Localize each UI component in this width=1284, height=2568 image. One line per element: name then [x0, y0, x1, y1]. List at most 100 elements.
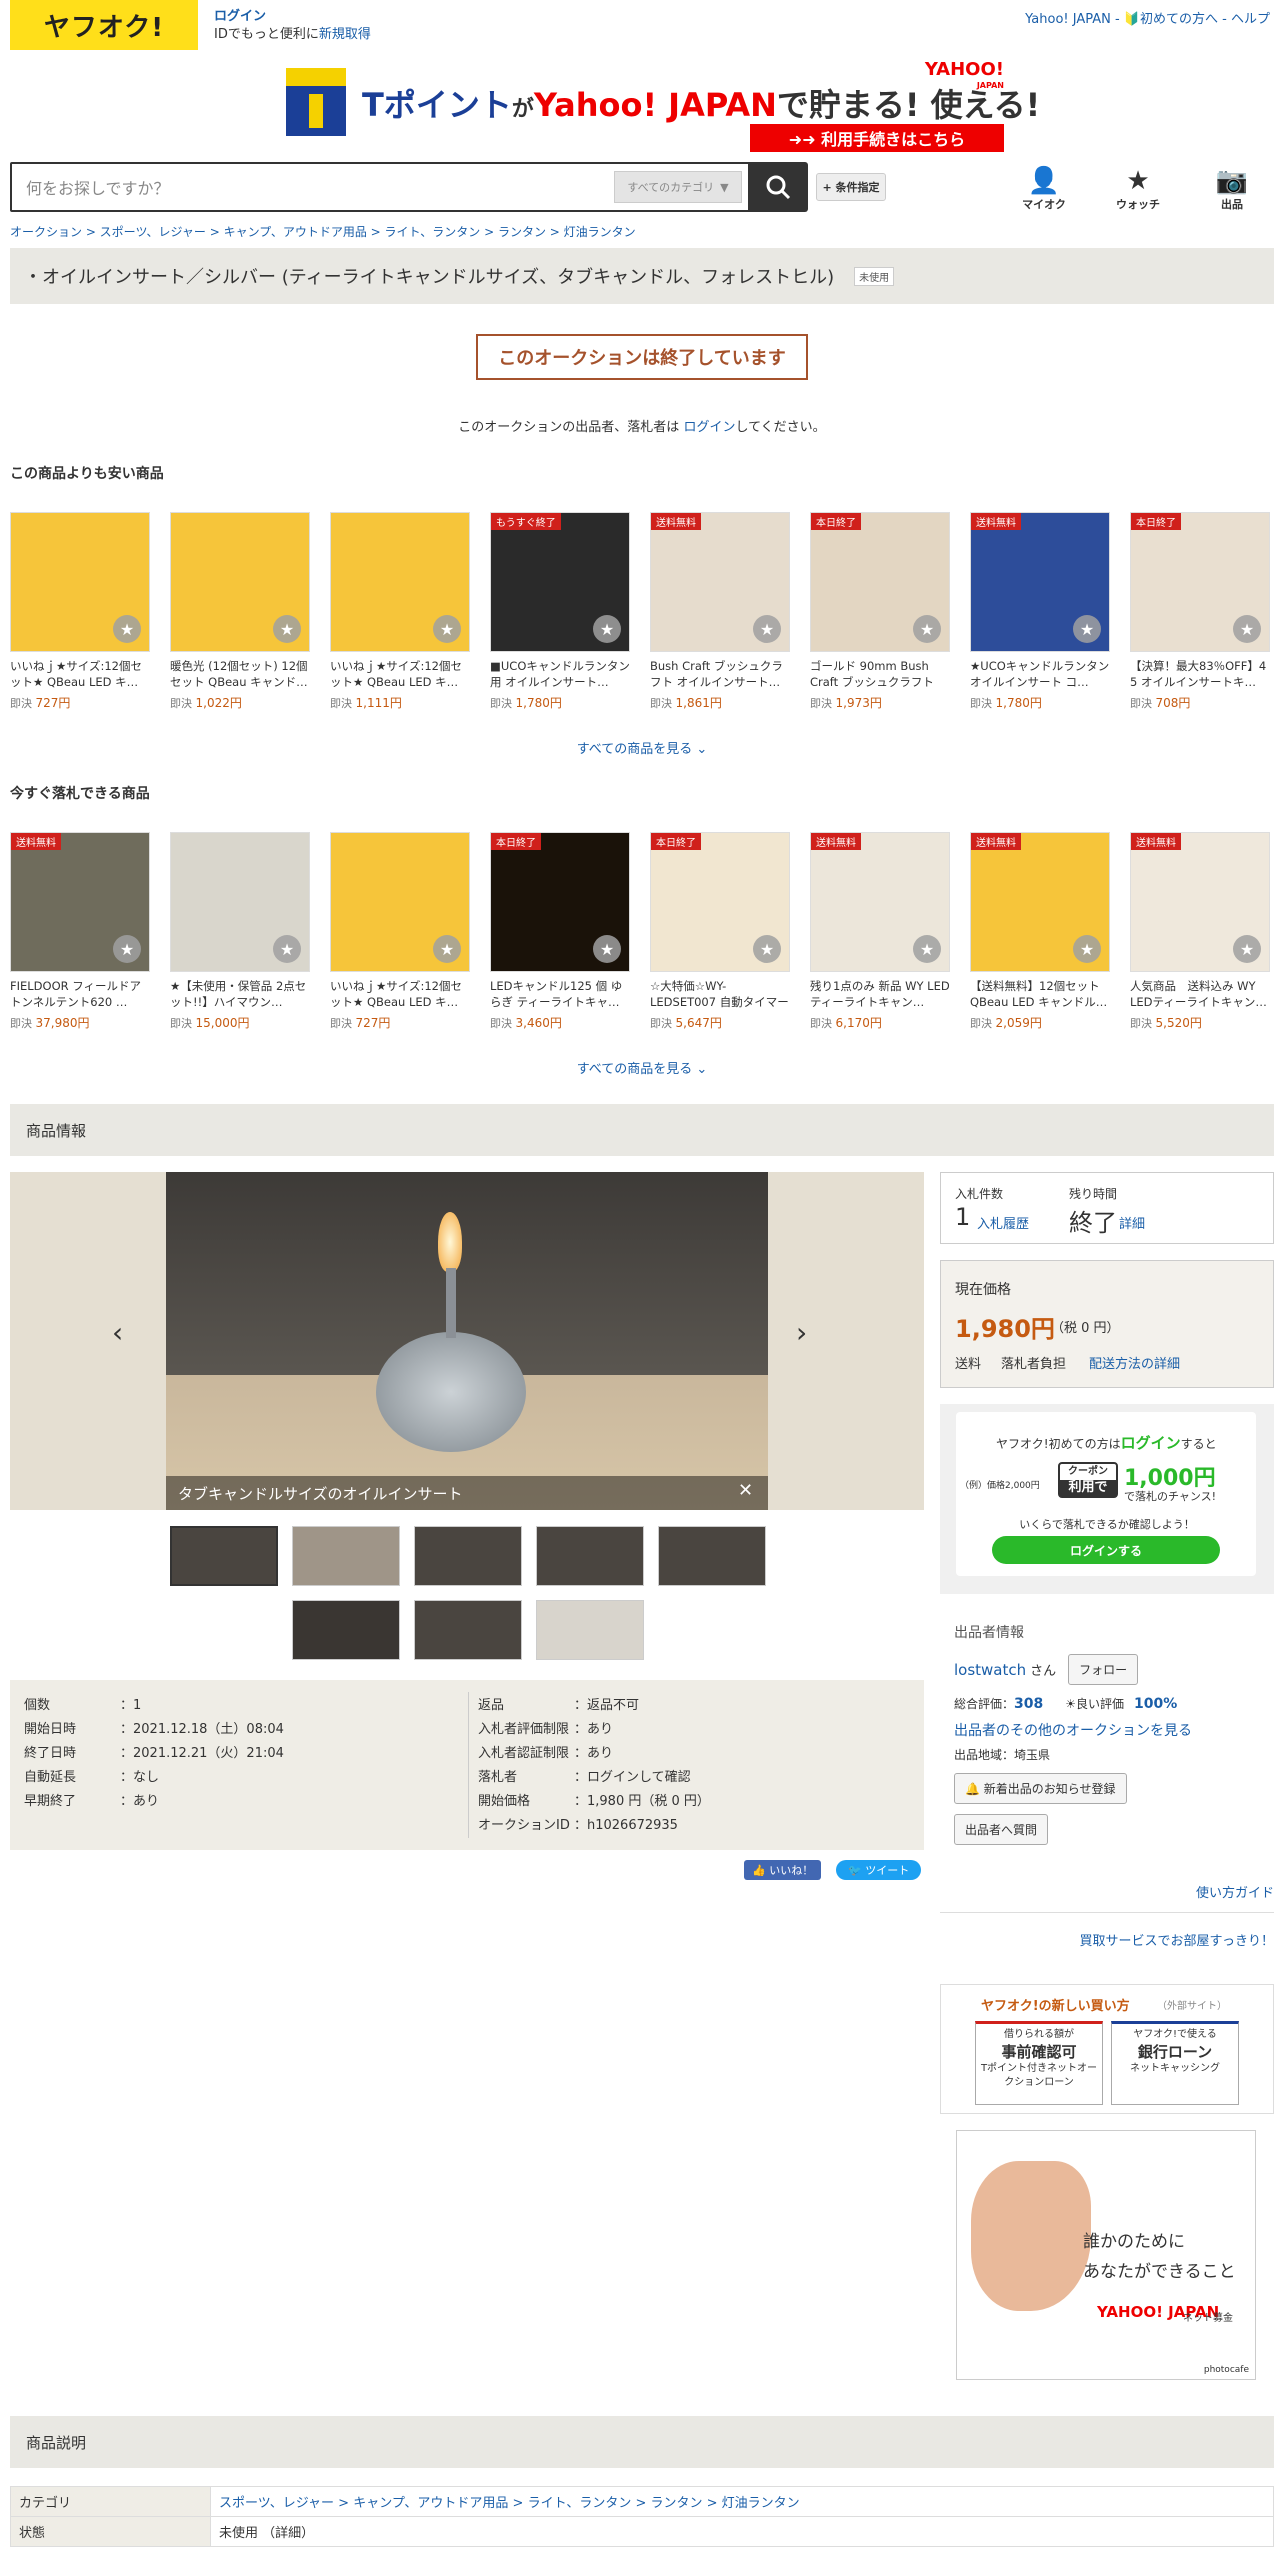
search-input[interactable]: 何をお探しですか？ すべてのカテゴリ ▼: [10, 162, 750, 212]
watch-star-icon[interactable]: ★: [913, 935, 941, 963]
product-card[interactable]: 本日終了 ★ LEDキャンドル125 個 ゆらぎ ティーライトキャ… 即決 3,…: [490, 832, 630, 1031]
thumbnail[interactable]: [414, 1600, 522, 1660]
tpoint-banner[interactable]: TポイントがYahoo! JAPANで貯まる! 使える! YAHOO! JAPAN…: [286, 61, 1040, 158]
product-title[interactable]: いいねｊ★サイズ:12個セット★ QBeau LED キ…: [330, 658, 470, 690]
product-image[interactable]: 送料無料 ★: [810, 832, 950, 972]
product-title[interactable]: いいねｊ★サイズ:12個セット★ QBeau LED キ…: [10, 658, 150, 690]
sell-button[interactable]: 📷 出品: [1200, 166, 1264, 212]
note-login-link[interactable]: ログイン: [683, 420, 735, 435]
product-title[interactable]: Bush Craft ブッシュクラフト オイルインサート…: [650, 658, 790, 690]
login-link[interactable]: ログイン: [214, 9, 266, 24]
product-card[interactable]: 送料無料 ★ Bush Craft ブッシュクラフト オイルインサート… 即決 …: [650, 512, 790, 711]
desc-value[interactable]: スポーツ、レジャー > キャンプ、アウトドア用品 > ライト、ランタン > ラン…: [210, 2486, 1274, 2517]
bid-history-link[interactable]: 入札履歴: [977, 1213, 1029, 1232]
product-image[interactable]: 本日終了 ★: [1130, 512, 1270, 652]
product-title[interactable]: LEDキャンドル125 個 ゆらぎ ティーライトキャ…: [490, 978, 630, 1010]
product-card[interactable]: 本日終了 ★ ゴールド 90mm Bush Craft ブッシュクラフト オ… …: [810, 512, 950, 711]
product-title[interactable]: 暖色光 (12個セット) 12個セット QBeau キャンド…: [170, 658, 310, 690]
category-select[interactable]: すべてのカテゴリ ▼: [614, 171, 742, 203]
product-image[interactable]: 本日終了 ★: [490, 832, 630, 972]
ship-detail-link[interactable]: 配送方法の詳細: [1089, 1353, 1180, 1372]
product-title[interactable]: ★UCOキャンドルランタン オイルインサート コ…: [970, 658, 1110, 690]
thumbnail[interactable]: [170, 1526, 278, 1586]
product-image[interactable]: 本日終了 ★: [650, 832, 790, 972]
thumbnail[interactable]: [414, 1526, 522, 1586]
product-image[interactable]: 送料無料 ★: [970, 832, 1110, 972]
product-card[interactable]: 本日終了 ★ 【決算！最大83％OFF】4 5 オイルインサートキ… 即決 70…: [1130, 512, 1270, 711]
product-image[interactable]: ★: [170, 832, 310, 972]
watch-star-icon[interactable]: ★: [1073, 615, 1101, 643]
product-title[interactable]: ■UCOキャンドルランタン用 オイルインサート…: [490, 658, 630, 690]
next-arrow-icon[interactable]: ›: [796, 1316, 807, 1349]
product-card[interactable]: 本日終了 ★ ☆大特価☆WY-LEDSET007 自動タイマー (ウォ… 即決 …: [650, 832, 790, 1031]
watch-button[interactable]: ★ ウォッチ: [1106, 166, 1170, 212]
product-title[interactable]: ★【未使用・保管品 2点セット!!】ハイマウン…: [170, 978, 310, 1010]
product-card[interactable]: ★ いいねｊ★サイズ:12個セット★ QBeau LED キ… 即決 1,111…: [330, 512, 470, 711]
product-card[interactable]: ★ ★【未使用・保管品 2点セット!!】ハイマウン… 即決 15,000円: [170, 832, 310, 1031]
product-title[interactable]: 人気商品 送料込み WY LEDティーライトキャン…: [1130, 978, 1270, 1010]
product-title[interactable]: ゴールド 90mm Bush Craft ブッシュクラフト オ…: [810, 658, 950, 690]
thumbnail[interactable]: [292, 1526, 400, 1586]
product-card[interactable]: ★ いいねｊ★サイズ:12個セット★ QBeau LED キ… 即決 727円: [10, 512, 150, 711]
myauction-button[interactable]: 👤 マイオク: [1012, 166, 1076, 212]
product-card[interactable]: ★ いいねｊ★サイズ:12個セット★ QBeau LED キ… 即決 727円: [330, 832, 470, 1031]
club-link[interactable]: 買取サービスでお部屋すっきり！: [1080, 1930, 1274, 1949]
product-title[interactable]: 残り1点のみ 新品 WY LEDティーライトキャン…: [810, 978, 950, 1010]
watch-star-icon[interactable]: ★: [593, 615, 621, 643]
product-image[interactable]: もうすぐ終了 ★: [490, 512, 630, 652]
thumbnail[interactable]: [536, 1526, 644, 1586]
bank-card[interactable]: ヤフオク!で使える 銀行ローン ネットキャッシング: [1111, 2021, 1239, 2105]
product-card[interactable]: 送料無料 ★ 残り1点のみ 新品 WY LEDティーライトキャン… 即決 6,1…: [810, 832, 950, 1031]
rate-value[interactable]: 308: [1014, 1696, 1043, 1712]
watch-star-icon[interactable]: ★: [273, 615, 301, 643]
prev-arrow-icon[interactable]: ‹: [112, 1316, 123, 1349]
thumbnail[interactable]: [536, 1600, 644, 1660]
product-card[interactable]: 送料無料 ★ 人気商品 送料込み WY LEDティーライトキャン… 即決 5,5…: [1130, 832, 1270, 1031]
howto-link[interactable]: 使い方ガイド: [1196, 1882, 1274, 1901]
product-card[interactable]: 送料無料 ★ 【送料無料】12個セット QBeau LED キャンドル… 即決 …: [970, 832, 1110, 1031]
loan-card[interactable]: 借りられる額が 事前確認可 Tポイント付きネットオークションローン: [975, 2021, 1103, 2105]
product-title[interactable]: いいねｊ★サイズ:12個セット★ QBeau LED キ…: [330, 978, 470, 1010]
desc-value[interactable]: 未使用 （詳細）: [210, 2516, 1274, 2547]
product-image[interactable]: ★: [170, 512, 310, 652]
close-icon[interactable]: ✕: [738, 1480, 753, 1501]
product-image[interactable]: 送料無料 ★: [970, 512, 1110, 652]
product-card[interactable]: もうすぐ終了 ★ ■UCOキャンドルランタン用 オイルインサート… 即決 1,7…: [490, 512, 630, 711]
header-links[interactable]: Yahoo! JAPAN - 🔰初めての方へ - ヘルプ: [1025, 8, 1270, 27]
product-image[interactable]: ★: [10, 512, 150, 652]
thumbnail[interactable]: [658, 1526, 766, 1586]
watch-star-icon[interactable]: ★: [433, 935, 461, 963]
search-button[interactable]: [748, 162, 808, 212]
yahuoku-logo[interactable]: ヤフオク!: [10, 0, 198, 50]
good-value[interactable]: 100%: [1134, 1696, 1177, 1712]
condition-button[interactable]: + 条件指定: [816, 173, 886, 201]
product-title[interactable]: 【送料無料】12個セット QBeau LED キャンドル…: [970, 978, 1110, 1010]
charity-ad[interactable]: 誰かのために あなたができること YAHOO! JAPAN ネット募金 photo…: [956, 2130, 1256, 2380]
watch-star-icon[interactable]: ★: [1073, 935, 1101, 963]
product-image[interactable]: 本日終了 ★: [810, 512, 950, 652]
watch-star-icon[interactable]: ★: [113, 615, 141, 643]
breadcrumb[interactable]: オークション > スポーツ、レジャー > キャンプ、アウトドア用品 > ライト、…: [10, 223, 636, 240]
watch-star-icon[interactable]: ★: [1233, 615, 1261, 643]
product-image[interactable]: ★: [330, 512, 470, 652]
tweet-button[interactable]: 🐦 ツイート: [836, 1860, 922, 1880]
product-image[interactable]: 送料無料 ★: [10, 832, 150, 972]
watch-star-icon[interactable]: ★: [1233, 935, 1261, 963]
watch-star-icon[interactable]: ★: [113, 935, 141, 963]
product-title[interactable]: FIELDOOR フィールドア トンネルテント620 …: [10, 978, 150, 1010]
product-image[interactable]: ★: [330, 832, 470, 972]
product-image[interactable]: 送料無料 ★: [1130, 832, 1270, 972]
promo-login-button[interactable]: ログインする: [992, 1536, 1220, 1564]
notify-button[interactable]: 🔔 新着出品のお知らせ登録: [954, 1773, 1127, 1804]
ending-see-all[interactable]: すべての商品を見る ⌄: [0, 1058, 1284, 1077]
product-title[interactable]: ☆大特価☆WY-LEDSET007 自動タイマー (ウォ…: [650, 978, 790, 1010]
product-card[interactable]: 送料無料 ★ ★UCOキャンドルランタン オイルインサート コ… 即決 1,78…: [970, 512, 1110, 711]
watch-star-icon[interactable]: ★: [433, 615, 461, 643]
register-link[interactable]: 新規取得: [319, 27, 371, 42]
follow-button[interactable]: フォロー: [1068, 1654, 1139, 1685]
banner-cta[interactable]: ➜➜ 利用手続きはこちら: [750, 124, 1004, 152]
watch-star-icon[interactable]: ★: [593, 935, 621, 963]
thumbnail[interactable]: [292, 1600, 400, 1660]
product-card[interactable]: 送料無料 ★ FIELDOOR フィールドア トンネルテント620 … 即決 3…: [10, 832, 150, 1031]
cheaper-see-all[interactable]: すべての商品を見る ⌄: [0, 738, 1284, 757]
